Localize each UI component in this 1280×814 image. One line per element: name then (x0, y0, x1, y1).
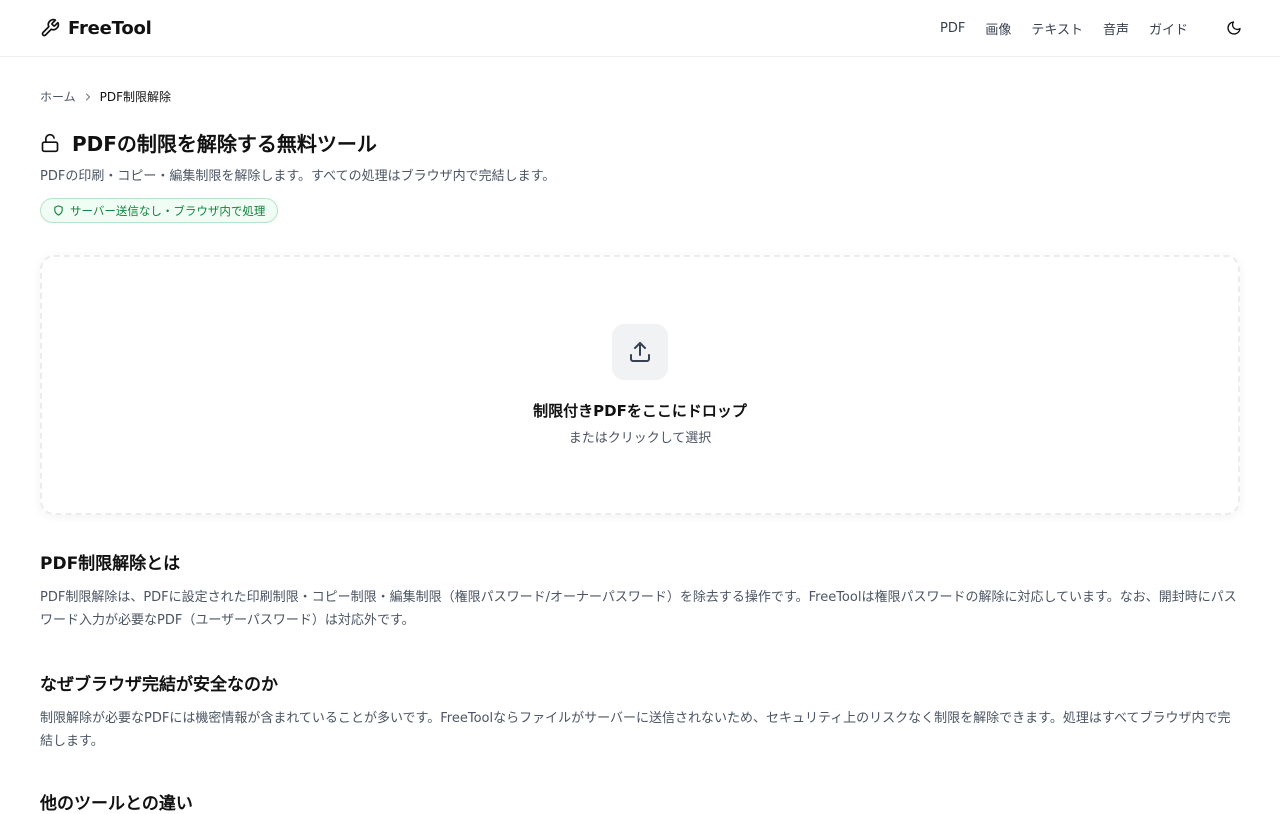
page-title: PDFの制限を解除する無料ツール (72, 132, 377, 156)
chevron-right-icon (82, 91, 94, 103)
title-row: PDFの制限を解除する無料ツール (40, 128, 1240, 157)
section-title: 他のツールとの違い (40, 794, 193, 814)
dropzone-subtitle: またはクリックして選択 (568, 431, 712, 446)
section-what-is: PDF制限解除とは PDF制限解除は、PDFに設定された印刷制限・コピー制限・編… (40, 549, 1240, 632)
nav-text[interactable]: テキスト (1031, 19, 1083, 38)
main-content: ホーム PDF制限解除 PDFの制限を解除する無料ツール PDFの印刷・コピー・… (40, 57, 1240, 814)
upload-icon-box (612, 324, 668, 380)
nav-guide[interactable]: ガイド (1149, 19, 1188, 38)
page-subtitle: PDFの印刷・コピー・編集制限を解除します。すべての処理はブラウザ内で完結します… (40, 169, 556, 184)
section-title: PDF制限解除とは (40, 554, 181, 574)
shield-icon (53, 205, 64, 216)
breadcrumb-home[interactable]: ホーム (40, 88, 76, 105)
section-why-safe: なぜブラウザ完結が安全なのか 制限解除が必要なPDFには機密情報が含まれているこ… (40, 670, 1240, 753)
site-header: FreeTool PDF 画像 テキスト 音声 ガイド (0, 0, 1280, 57)
dropzone-title: 制限付きPDFをここにドロップ (533, 402, 747, 420)
main-nav: PDF 画像 テキスト 音声 ガイド (940, 19, 1242, 38)
privacy-badge: サーバー送信なし・ブラウザ内で処理 (40, 198, 279, 223)
nav-pdf[interactable]: PDF (940, 21, 965, 36)
section-title: なぜブラウザ完結が安全なのか (40, 675, 278, 695)
file-dropzone[interactable]: 制限付きPDFをここにドロップ またはクリックして選択 (40, 255, 1240, 515)
unlock-icon (40, 133, 60, 153)
wrench-icon (40, 18, 60, 38)
breadcrumb: ホーム PDF制限解除 (40, 88, 1240, 105)
section-body: 制限解除が必要なPDFには機密情報が含まれていることが多いです。FreeTool… (40, 711, 1231, 749)
theme-toggle-button[interactable] (1226, 20, 1242, 36)
upload-icon (628, 340, 652, 364)
section-body: PDF制限解除は、PDFに設定された印刷制限・コピー制限・編集制限（権限パスワー… (40, 590, 1237, 628)
logo-text: FreeTool (68, 17, 152, 39)
logo[interactable]: FreeTool (40, 18, 152, 39)
moon-icon (1226, 20, 1242, 36)
breadcrumb-current: PDF制限解除 (99, 90, 172, 104)
privacy-badge-label: サーバー送信なし・ブラウザ内で処理 (70, 203, 266, 218)
section-comparison: 他のツールとの違い (40, 789, 1240, 814)
nav-image[interactable]: 画像 (985, 19, 1011, 38)
nav-audio[interactable]: 音声 (1103, 19, 1129, 38)
